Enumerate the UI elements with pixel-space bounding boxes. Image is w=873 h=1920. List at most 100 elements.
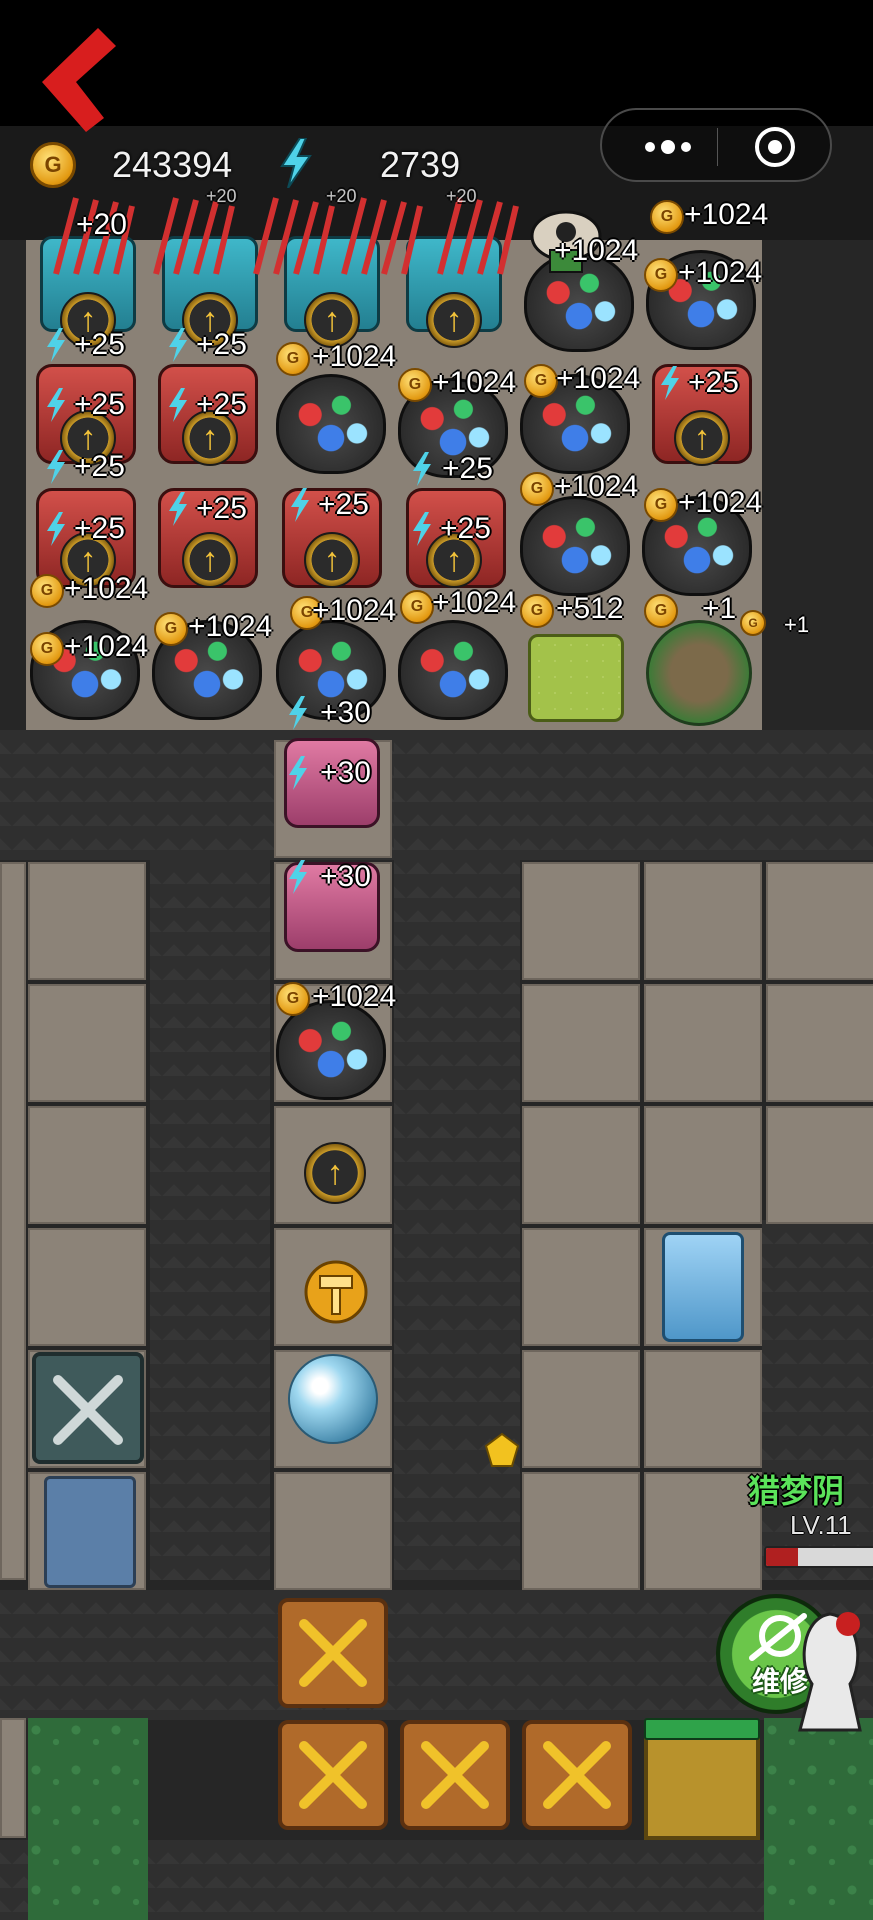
- vine-globe-generator[interactable]: [646, 620, 752, 726]
- coin-count: 243394: [112, 144, 233, 185]
- floating-reward: +1024: [678, 256, 763, 289]
- claw-scratch-icon: [253, 197, 335, 275]
- coin-icon: G: [644, 488, 678, 522]
- upgrade-arrow-icon[interactable]: ↑: [182, 532, 238, 588]
- energy-bolt-icon: [47, 328, 65, 362]
- gem-ore[interactable]: [520, 496, 630, 596]
- upgrade-arrow-icon[interactable]: ↑: [674, 410, 730, 466]
- coin-icon: G: [400, 590, 434, 624]
- energy-bolt-icon: [661, 366, 679, 400]
- floor-tile: [522, 1106, 640, 1224]
- floor-tile: [522, 1472, 640, 1590]
- floating-reward: +20: [206, 186, 237, 206]
- coin-icon: G: [30, 574, 64, 608]
- floating-reward: +1: [702, 592, 737, 625]
- floating-reward: +1024: [64, 572, 149, 605]
- floating-reward: +1: [784, 612, 810, 637]
- grass-patch: [28, 1718, 148, 1920]
- floating-reward: +1024: [64, 630, 149, 663]
- door-durability-bar: [644, 1718, 760, 1740]
- floor-tile: [28, 1106, 146, 1224]
- energy-bolt-icon: [47, 450, 65, 484]
- floating-reward: +1024: [188, 610, 273, 643]
- enemy-name: 猎梦阴: [748, 1473, 845, 1509]
- floating-reward: +25: [196, 388, 247, 421]
- sleeping-bed[interactable]: [528, 634, 624, 722]
- blue-bed[interactable]: [44, 1476, 136, 1588]
- floor-tile: [644, 1350, 762, 1468]
- floating-reward: +1024: [556, 362, 641, 395]
- gold-coin-icon: G: [30, 142, 76, 188]
- gold-projectile-icon: [484, 1432, 520, 1467]
- floating-reward: +1024: [554, 234, 639, 267]
- coin-icon: G: [644, 594, 678, 628]
- back-chevron-icon[interactable]: [36, 22, 126, 132]
- floating-reward: +25: [196, 328, 247, 361]
- lightning-orb[interactable]: [288, 1354, 378, 1444]
- coin-icon: G: [154, 612, 188, 646]
- coin-icon: G: [276, 342, 310, 376]
- upgrade-arrow-icon[interactable]: ↑: [304, 1142, 366, 1204]
- enemy-hp-bar: [764, 1546, 873, 1568]
- ice-fridge[interactable]: [662, 1232, 744, 1342]
- claw-scratch-icon: [437, 197, 519, 275]
- grass-patch: [764, 1718, 873, 1920]
- floor-tile: [0, 1718, 26, 1838]
- energy-bolt-icon: [47, 512, 65, 546]
- floor-tile: [522, 862, 640, 980]
- floor-tile: [644, 862, 762, 980]
- floating-reward: +20: [326, 186, 357, 206]
- coin-icon: G: [30, 632, 64, 666]
- floating-reward: +30: [320, 860, 371, 893]
- energy-bolt-icon: [280, 138, 312, 188]
- wrench-screwdriver-icon: [299, 1619, 367, 1687]
- floating-reward: +25: [318, 488, 369, 521]
- coin-icon: G: [520, 594, 554, 628]
- floor-tile: [644, 1472, 762, 1590]
- floor-tile: [644, 1106, 762, 1224]
- floating-reward: +20: [446, 186, 477, 206]
- golden-hammer-icon[interactable]: [300, 1256, 372, 1328]
- energy-bolt-icon: [289, 756, 307, 790]
- floor-tile: [0, 862, 26, 1580]
- energy-bolt-icon: [47, 388, 65, 422]
- wrench-screwdriver-icon: [299, 1741, 367, 1809]
- floating-reward: +1024: [312, 340, 397, 373]
- floating-reward: +25: [440, 512, 491, 545]
- wrench-screwdriver-icon: [53, 1375, 123, 1445]
- floating-reward: +1024: [684, 198, 769, 231]
- coin-icon: G: [740, 610, 766, 636]
- floating-reward: +25: [74, 450, 125, 483]
- floating-reward: +25: [196, 492, 247, 525]
- upgrade-arrow-icon[interactable]: ↑: [304, 532, 360, 588]
- energy-bolt-icon: [413, 452, 431, 486]
- floating-reward: +1024: [312, 980, 397, 1013]
- floating-reward: +1024: [312, 594, 397, 627]
- floor-tile: [766, 1106, 873, 1224]
- floating-reward: +1024: [678, 486, 763, 519]
- coin-icon: G: [520, 472, 554, 506]
- resource-hud: G 243394 2739: [0, 126, 873, 206]
- gold-door[interactable]: [644, 1724, 760, 1840]
- claw-scratch-icon: [153, 197, 235, 275]
- floor-tile: [522, 984, 640, 1102]
- gem-ore[interactable]: [398, 620, 508, 720]
- upgrade-arrow-icon[interactable]: ↑: [426, 292, 482, 348]
- floor-tile: [766, 984, 873, 1102]
- gem-ore[interactable]: [276, 374, 386, 474]
- floating-reward: +25: [442, 452, 493, 485]
- floating-reward: +30: [320, 696, 371, 729]
- hunter-ghost-icon: [798, 1612, 862, 1732]
- floating-reward: +25: [74, 328, 125, 361]
- floating-reward: +25: [688, 366, 739, 399]
- floor-tile: [522, 1350, 640, 1468]
- floor-tile: [28, 984, 146, 1102]
- energy-bolt-icon: [289, 860, 307, 894]
- floating-reward: +1024: [432, 366, 517, 399]
- wall-column-left: [150, 860, 270, 1580]
- floor-tile: [28, 1228, 146, 1346]
- floating-reward: +1024: [432, 586, 517, 619]
- energy-bolt-icon: [413, 512, 431, 546]
- coin-icon: G: [644, 258, 678, 292]
- floating-reward: +25: [74, 512, 125, 545]
